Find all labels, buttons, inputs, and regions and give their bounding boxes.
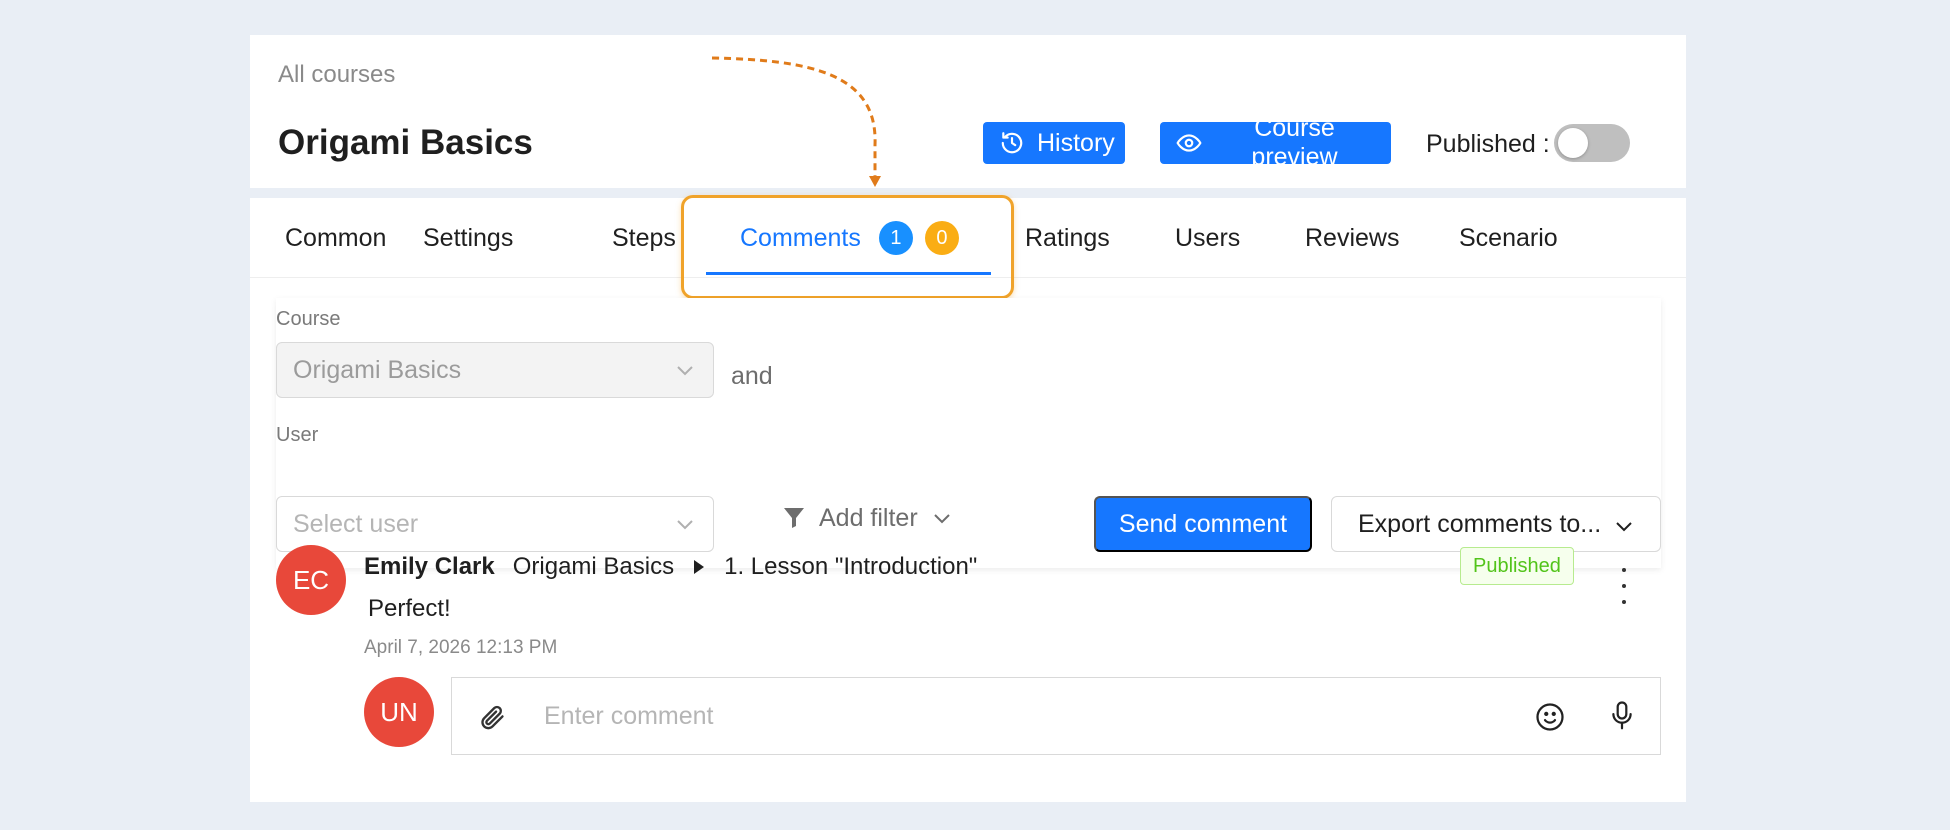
comment-text: Perfect!: [368, 595, 451, 622]
tab-settings[interactable]: Settings: [423, 198, 513, 278]
eye-icon: [1176, 134, 1202, 152]
published-label: Published :: [1426, 130, 1550, 158]
course-preview-button[interactable]: Course preview: [1160, 114, 1391, 171]
filter-icon: [784, 508, 804, 528]
history-label: History: [1037, 128, 1115, 157]
smile-icon[interactable]: [1535, 702, 1565, 732]
published-toggle[interactable]: [1554, 124, 1630, 162]
chevron-down-icon: [1616, 522, 1632, 532]
add-filter-button[interactable]: Add filter: [783, 498, 952, 538]
comment-header: Emily Clark Origami Basics 1. Lesson "In…: [364, 553, 977, 581]
avatar: EC: [276, 545, 346, 615]
comment-course[interactable]: Origami Basics: [513, 553, 674, 581]
send-comment-button[interactable]: Send comment: [1094, 496, 1312, 552]
caret-right-icon: [694, 560, 705, 574]
chevron-down-icon: [933, 514, 950, 524]
course-card: All courses Origami Basics History Cours…: [250, 35, 1686, 802]
comment-author: Emily Clark: [364, 553, 495, 580]
microphone-icon[interactable]: [1607, 700, 1637, 732]
avatar: UN: [364, 677, 434, 747]
course-select: Origami Basics: [276, 342, 714, 398]
status-badge: Published: [1460, 547, 1574, 585]
comment-lesson[interactable]: 1. Lesson "Introduction": [724, 553, 977, 581]
more-options-button[interactable]: [1614, 568, 1634, 604]
filter-panel: Course Origami Basics and User Select us…: [276, 298, 1661, 568]
tab-scenario[interactable]: Scenario: [1459, 198, 1558, 278]
user-select[interactable]: Select user: [276, 496, 714, 552]
history-icon: [1001, 132, 1023, 154]
toggle-knob: [1558, 128, 1588, 158]
comment-date: April 7, 2026 12:13 PM: [364, 637, 558, 658]
more-dot: [1622, 600, 1626, 604]
chevron-down-icon: [677, 520, 693, 530]
tab-ratings[interactable]: Ratings: [1025, 198, 1110, 278]
export-comments-label: Export comments to...: [1358, 509, 1602, 538]
user-field-label: User: [276, 424, 319, 446]
course-select-value: Origami Basics: [293, 355, 462, 384]
tab-reviews[interactable]: Reviews: [1305, 198, 1399, 278]
chevron-down-icon: [677, 366, 693, 376]
and-connector: and: [731, 362, 773, 390]
page-title: Origami Basics: [278, 123, 533, 162]
reply-box: [451, 677, 1661, 755]
add-filter-label: Add filter: [819, 503, 918, 532]
user-select-placeholder: Select user: [293, 509, 419, 538]
comment-input[interactable]: [544, 678, 1504, 754]
tab-common[interactable]: Common: [285, 198, 386, 278]
course-field-label: Course: [276, 308, 341, 330]
export-comments-dropdown[interactable]: Export comments to...: [1331, 496, 1661, 552]
course-preview-label: Course preview: [1251, 114, 1338, 171]
history-button[interactable]: History: [983, 122, 1125, 164]
more-dot: [1622, 568, 1626, 572]
paperclip-icon[interactable]: [478, 703, 506, 731]
more-dot: [1622, 584, 1626, 588]
tab-steps[interactable]: Steps: [612, 198, 676, 278]
page-header: All courses Origami Basics History Cours…: [250, 35, 1686, 188]
breadcrumb-all-courses[interactable]: All courses: [278, 61, 395, 89]
tab-users[interactable]: Users: [1175, 198, 1240, 278]
comments-tab-highlight: [681, 195, 1014, 299]
